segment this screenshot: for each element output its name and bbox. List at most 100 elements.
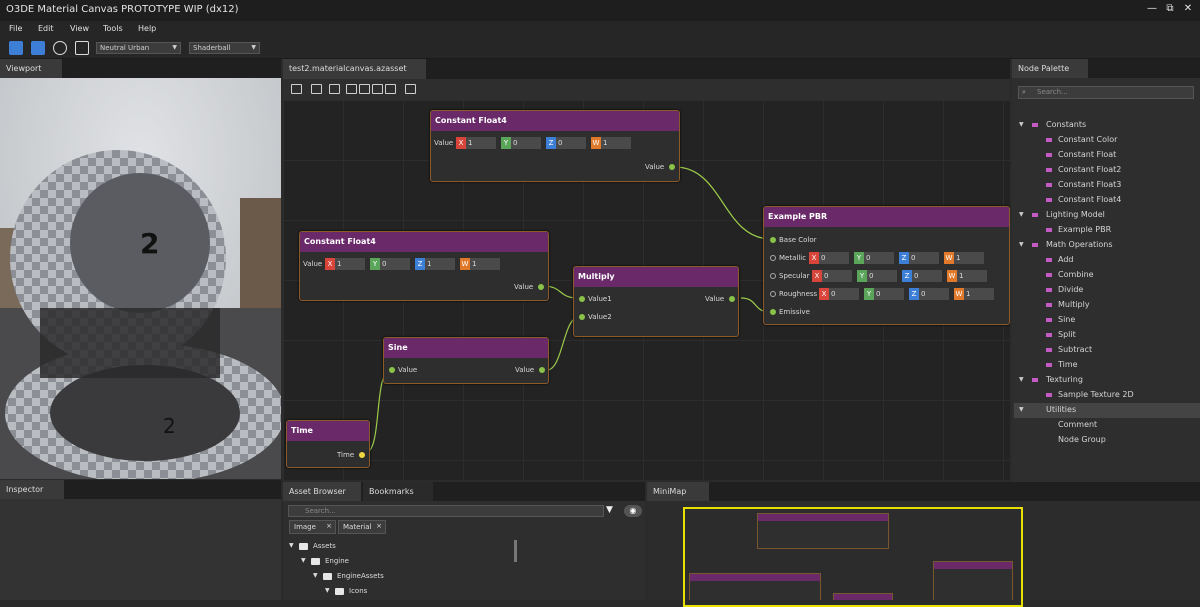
align-icon[interactable] [385,84,396,94]
palette-item[interactable]: ▼ Lighting Model [1014,208,1200,223]
menu-file[interactable]: File [9,24,22,33]
filter-chip-material[interactable]: Material × [338,520,386,534]
graph-tool-icon[interactable] [405,84,416,94]
palette-item[interactable]: ▼ Constants [1014,118,1200,133]
restore-button[interactable]: ⧉ [1163,3,1177,14]
node-example-pbr[interactable]: Example PBR Base Color Metallic X0 Y0 Z0… [763,206,1010,325]
palette-item[interactable]: Time [1014,358,1200,373]
palette-item[interactable]: Constant Float3 [1014,178,1200,193]
tab-document[interactable]: test2.materialcanvas.azasset [283,59,426,79]
model-preset-select[interactable]: Shaderball ▼ [189,42,260,54]
palette-item[interactable]: Divide [1014,283,1200,298]
tab-inspector[interactable]: Inspector [0,480,64,499]
output-pin[interactable] [539,367,545,373]
input-pin[interactable] [770,255,776,261]
palette-item[interactable]: ▼ Texturing [1014,373,1200,388]
palette-item[interactable]: Node Group [1014,433,1200,448]
asset-search-input[interactable]: Search... [288,505,604,517]
tree-item-engine[interactable]: ▼ Engine [301,556,501,569]
minimap-view-frame[interactable] [683,507,1023,607]
node-constant-float4-top[interactable]: Constant Float4 Value X1 Y0 Z0 W1 Value [430,110,680,182]
node-multiply[interactable]: Multiply Value1 Value2 Value [573,266,739,337]
align-icon[interactable] [359,84,370,94]
palette-item[interactable]: Multiply [1014,298,1200,313]
chevron-down-icon: ▼ [251,44,256,51]
palette-item[interactable]: Sample Texture 2D [1014,388,1200,403]
node-graph[interactable]: Constant Float4 Value X1 Y0 Z0 W1 Value … [283,100,1010,480]
node-icon [1046,273,1052,277]
menu-tools[interactable]: Tools [103,24,123,33]
output-label: Time [337,451,355,459]
tree-item-engineassets[interactable]: ▼ EngineAssets [313,571,513,584]
output-pin[interactable] [669,164,675,170]
expand-caret-icon: ▼ [313,572,318,579]
tab-minimap[interactable]: MiniMap [647,482,709,501]
graph-tool-icon[interactable] [291,84,302,94]
palette-item[interactable]: Comment [1014,418,1200,433]
menu-edit[interactable]: Edit [38,24,54,33]
node-constant-float4-left[interactable]: Constant Float4 Value X1 Y0 Z1 W1 Value [299,231,549,301]
minimize-button[interactable]: — [1145,3,1159,14]
palette-item[interactable]: Constant Float2 [1014,163,1200,178]
graph-tool-icon[interactable] [329,84,340,94]
palette-item-label: Constant Float2 [1058,165,1122,174]
tree-item-assets[interactable]: ▼ Assets [289,541,489,554]
toolbar-display-icon[interactable] [9,41,23,55]
align-icon[interactable] [372,84,383,94]
output-pin[interactable] [359,452,365,458]
filter-chip-image[interactable]: Image × [289,520,336,534]
input-pin[interactable] [770,273,776,279]
input-pin[interactable] [770,291,776,297]
viewport[interactable]: 2 2 [0,78,281,479]
close-button[interactable]: ✕ [1181,3,1195,14]
input-label: Value2 [588,313,612,321]
input-pin[interactable] [770,309,776,315]
palette-item-label: Constant Float4 [1058,195,1122,204]
palette-item[interactable]: ▼ Math Operations [1014,238,1200,253]
palette-item[interactable]: Constant Color [1014,133,1200,148]
tab-node-palette[interactable]: Node Palette [1012,59,1088,78]
toolbar-frame-icon[interactable] [75,41,89,55]
filter-icon[interactable]: ▼ [606,505,613,515]
output-pin[interactable] [729,296,735,302]
node-time[interactable]: Time Time [286,420,370,468]
toolbar-settings-icon[interactable] [53,41,67,55]
tab-asset-browser[interactable]: Asset Browser [283,482,361,501]
palette-item[interactable]: Sine [1014,313,1200,328]
palette-item[interactable]: Subtract [1014,343,1200,358]
palette-item[interactable]: Constant Float [1014,148,1200,163]
input-pin[interactable] [579,314,585,320]
palette-item[interactable]: ▼ Utilities [1014,403,1200,418]
input-label: Value1 [588,295,612,303]
close-icon[interactable]: × [326,522,332,530]
input-pin[interactable] [770,237,776,243]
input-pin[interactable] [389,367,395,373]
input-pin[interactable] [579,296,585,302]
palette-item-label: Time [1058,360,1078,369]
node-sine[interactable]: Sine Value Value [383,337,549,384]
palette-item[interactable]: Combine [1014,268,1200,283]
tree-item-label: Assets [313,542,336,550]
expand-caret-icon: ▼ [289,542,294,549]
tab-viewport[interactable]: Viewport [0,59,62,78]
lighting-preset-select[interactable]: Neutral Urban ▼ [96,42,181,54]
output-label: Value [645,163,665,171]
tree-item-icons[interactable]: ▼ Icons [325,586,525,599]
visibility-eye-icon[interactable]: ◉ [624,505,642,517]
asset-scrollbar[interactable] [514,540,517,562]
palette-item[interactable]: Example PBR [1014,223,1200,238]
output-pin[interactable] [538,284,544,290]
align-icon[interactable] [346,84,357,94]
palette-item[interactable]: Add [1014,253,1200,268]
palette-item[interactable]: Split [1014,328,1200,343]
node-icon [1046,333,1052,337]
toolbar-save-icon[interactable] [31,41,45,55]
window-title: O3DE Material Canvas PROTOTYPE WIP (dx12… [6,4,239,15]
palette-search-input[interactable]: Search... [1018,86,1194,99]
menu-view[interactable]: View [70,24,89,33]
menu-help[interactable]: Help [138,24,156,33]
close-icon[interactable]: × [376,522,382,530]
tab-bookmarks[interactable]: Bookmarks [363,482,433,501]
graph-tool-icon[interactable] [311,84,322,94]
palette-item[interactable]: Constant Float4 [1014,193,1200,208]
